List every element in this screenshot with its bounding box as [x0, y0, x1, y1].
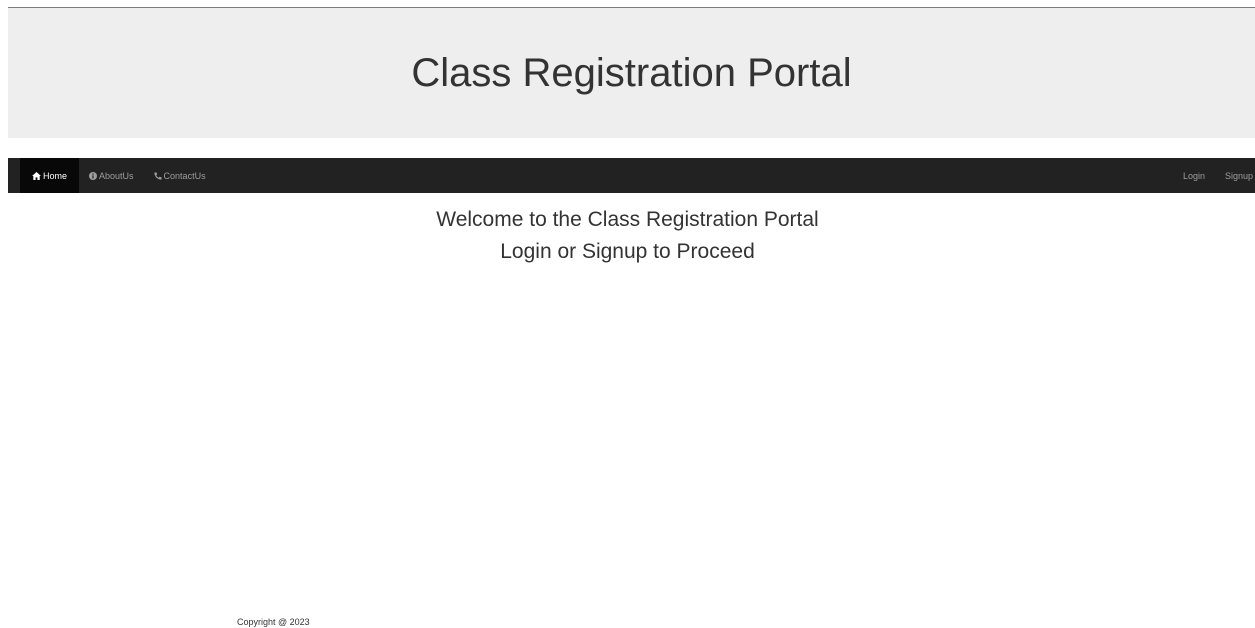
navbar-right: Login Signup — [1173, 158, 1255, 193]
nav-item-aboutus[interactable]: AboutUs — [79, 158, 144, 193]
header-banner: Class Registration Portal — [8, 8, 1255, 138]
info-circle-icon — [89, 171, 98, 180]
home-icon — [32, 171, 41, 180]
phone-icon — [153, 172, 162, 180]
welcome-message: Welcome to the Class Registration Portal — [436, 208, 819, 231]
navbar-left: Home AboutUs ContactUs — [8, 158, 216, 193]
signup-link[interactable]: Signup — [1215, 158, 1255, 193]
nav-item-home-label: Home — [43, 170, 68, 181]
nav-item-aboutus-label: AboutUs — [99, 170, 134, 181]
nav-item-contactus-label: ContactUs — [163, 170, 206, 181]
welcome-section: Welcome to the Class Registration Portal… — [0, 204, 1255, 268]
nav-item-contactus[interactable]: ContactUs — [144, 158, 216, 193]
page-title: Class Registration Portal — [411, 50, 852, 95]
login-link[interactable]: Login — [1173, 158, 1215, 193]
instruction-message: Login or Signup to Proceed — [500, 240, 755, 263]
nav-item-home[interactable]: Home — [20, 158, 80, 193]
footer-copyright: Copyright @ 2023 — [237, 617, 310, 627]
main-navbar: Home AboutUs ContactUs Login Signup — [8, 158, 1255, 193]
